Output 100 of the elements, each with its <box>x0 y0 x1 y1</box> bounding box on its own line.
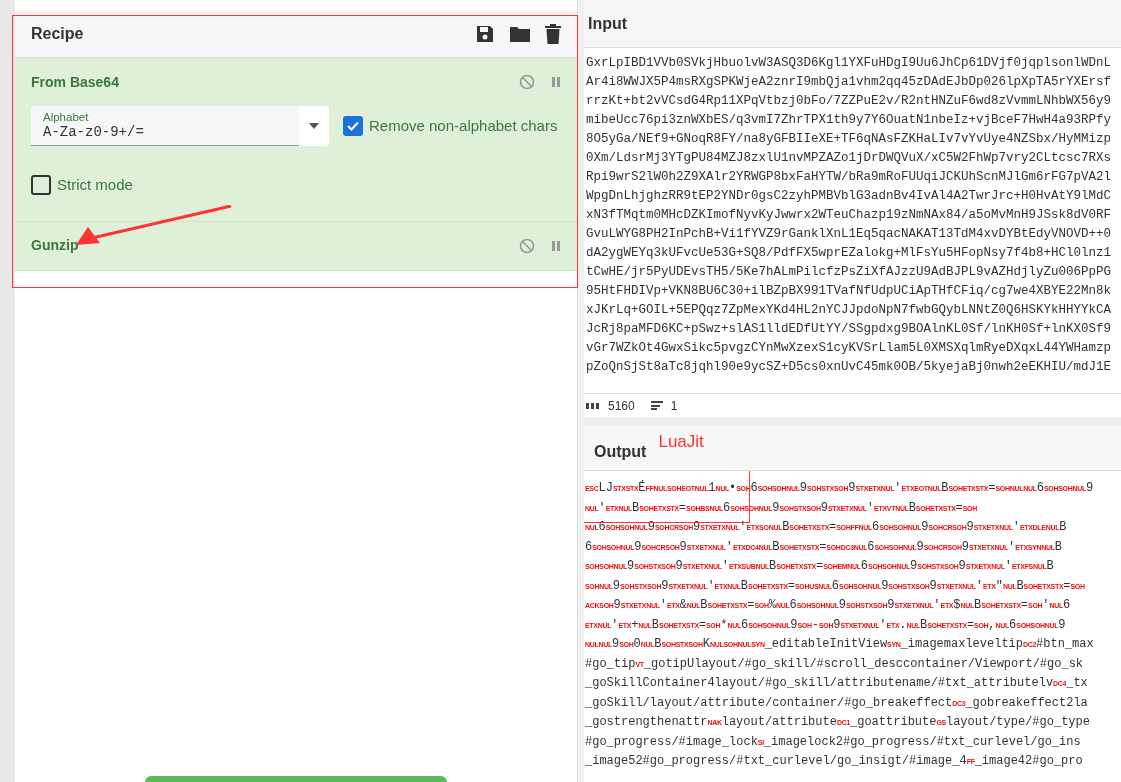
output-text: _image42#go_pro <box>974 753 1083 770</box>
output-text: 6 <box>872 519 880 536</box>
output-text: . <box>899 616 907 634</box>
output-text: B <box>1059 519 1067 536</box>
output-text: ' <box>659 597 667 614</box>
output-text: 6 <box>585 538 593 556</box>
input-line: pZoQnSjSt8aTc8jqhl90e9ycSZ+D5cs0xnUvC45mk0OB/5kyejaBj0nwh2eEKHIU/mdJ1E <box>586 359 1113 376</box>
output-text: _goSkillContainer4layout/#go_skill/attributename/#txt_attributelv <box>585 675 1054 692</box>
output-text: É <box>638 479 646 497</box>
output-text: B <box>1054 538 1063 556</box>
output-text: 9 <box>921 519 929 536</box>
checkbox[interactable] <box>343 116 363 136</box>
input-line: GxrLpIBD1VVb0SVkjHbuolvW3ASQ3D6Kgl1YXFuHDgI9Uu6JhCp61DVjf0jqplsonlWDnL <box>586 55 1113 72</box>
output-text: , <box>988 616 996 634</box>
output-text: ' <box>611 616 619 634</box>
output-text: 6 <box>1063 597 1071 614</box>
output-text: B <box>941 480 949 497</box>
output-text: _imagemaxleveltip <box>900 636 1023 653</box>
output-text: ' <box>598 499 606 517</box>
output-text: 9 <box>627 558 635 575</box>
alphabet-dropdown[interactable]: Alphabet A-Za-z0-9+/= <box>31 106 299 146</box>
output-text: B <box>1016 577 1024 595</box>
input-line: vGr7WZkOt4GwxSikc5pvgzCYnMwXzexS1cyKVSrLlam5L0XMSXqlmRyeDXqxL44YWHamzp <box>586 340 1113 357</box>
output-text: _tx <box>1066 675 1088 692</box>
output-text: K <box>702 636 710 653</box>
output-text: 9 <box>916 538 924 556</box>
output-text: + <box>631 616 639 634</box>
output-text: 6 <box>860 558 868 575</box>
output-text: B <box>654 636 662 653</box>
output-text: ' <box>1004 558 1012 575</box>
output-text: - <box>811 616 819 634</box>
output-text: • <box>729 480 737 497</box>
input-line: Ar4i8WWJX5P4msRXgSPKWjeA2znrI9mbQja1vhm2qq45zDAdEJbDp026lpXpTA5rYXErsf <box>586 74 1113 91</box>
output-text: 9 <box>612 577 620 595</box>
output-text: _imagelock2#go_progress/#txt_curlevel/go_ins <box>763 733 1081 751</box>
output-text: ' <box>721 558 729 575</box>
output-text: = <box>815 558 824 575</box>
caret-icon[interactable] <box>309 123 319 129</box>
output-text: ' <box>1007 538 1016 556</box>
output-text: layout/type/#go_type <box>945 714 1090 731</box>
trash-icon[interactable] <box>545 23 561 44</box>
output-text: 9 <box>1058 616 1066 634</box>
output-text: LJ <box>598 480 613 497</box>
output-text: #btn_max <box>1036 636 1094 653</box>
output-text: 9 <box>838 597 846 614</box>
output-text: 0 <box>633 636 641 653</box>
input-line: tCwHE/jr5PyUDEvsTH5/5Ke7hALmPilcfzPsZiXfAJzzU9AdBJPL9vAZHdjlyZu006PpPG <box>586 264 1113 281</box>
output-text: B <box>740 577 749 595</box>
output-text: ' <box>933 597 941 614</box>
output-text: _gobreakeffect2la <box>965 694 1088 712</box>
checkbox-label: Strict mode <box>57 175 133 195</box>
input-line: WpgDnLhjghzRR9tEP2YNDr0gsC2zyhPMBVblG3adnBv4IvAl4A2TwrJrc+H0HvAtY9lMdC <box>586 188 1113 205</box>
input-line: 8O5yGa/NEf9+GNoqR8FY/na8yGFBIIeXE+TF6qNAsFZKHaLIv7vYvUye4NZSbx/HyMMizp <box>586 131 1113 148</box>
output-text: ' <box>879 616 887 634</box>
input-line: JcRj8paMFD6KC+pSwz+slAS1lldEDfUtYY/SSgpdxg9BOAlnKL0Sf/lnKH0Sf+lnKX0Sf9 <box>586 321 1113 338</box>
output-text: 9 <box>881 577 889 595</box>
output-text: 6 <box>789 597 797 614</box>
output-text: _gostrengthenattr <box>585 714 708 731</box>
output-text: = <box>819 538 827 556</box>
output-text: 9 <box>679 538 687 556</box>
output-text: 6 <box>867 538 875 556</box>
output-text: B <box>973 597 982 614</box>
output-text: = <box>698 616 706 634</box>
output-text: = <box>988 480 996 497</box>
length-count: 5160 <box>608 397 635 415</box>
checkbox-label: Remove non-alphabet chars <box>369 115 558 136</box>
save-icon[interactable] <box>475 23 495 44</box>
output-text: 9 <box>820 499 828 517</box>
output-text: = <box>829 519 837 536</box>
checkbox[interactable] <box>31 175 51 196</box>
output-text: ' <box>725 538 733 556</box>
characters-icon <box>586 402 600 409</box>
output-text: 9 <box>833 616 841 634</box>
output-text: 9 <box>790 616 798 634</box>
output-text: 9 <box>634 538 642 556</box>
input-title: Input <box>588 13 628 34</box>
input-line: 0Xm/LdsrMj3YTgPU84MZJ8zxlU1nvMPZAZo1jDrDWQVuX/xC5W2FhWp7vry2CLtcsc7RXs <box>586 150 1113 167</box>
input-line: GvuLWYG8PH2InPchB+Vi1fYVZ9rGanklXnL1Eq5qacNAKAT13TdM4xvDYBtEdyVNOVD++0 <box>586 226 1113 243</box>
output-text: 6 <box>740 616 749 634</box>
output-text: = <box>966 616 975 634</box>
output-text: B <box>772 538 780 556</box>
output-text: ' <box>975 577 983 595</box>
output-text: 6 <box>1036 480 1044 497</box>
output-text: B <box>908 499 916 517</box>
output-text: 9 <box>612 636 620 653</box>
recipe-operation[interactable]: From Base64 Alphabet A-Za-z0-9+/= Remove non-alphabet chars Strict mode <box>15 58 577 222</box>
output-text: B <box>631 499 640 517</box>
input-line: xJKrLq+GOIL+5EPQqz7ZpMexYKd4HL2nYCJJpdoNpN7fwbGQybLNNtZ0Q6HSKYkHHYYkCA <box>586 302 1113 319</box>
output-text: ' <box>894 480 902 497</box>
output-text: % <box>768 597 776 614</box>
output-text: 9 <box>887 597 895 614</box>
annotation-label: LuaJit <box>658 430 704 453</box>
output-text: 6 <box>722 499 731 517</box>
check-icon <box>346 119 360 133</box>
output-text: 9 <box>661 577 669 595</box>
output-text: 9 <box>613 597 621 614</box>
folder-icon[interactable] <box>509 24 531 43</box>
operation-title: From Base64 <box>31 72 119 92</box>
output-text: 9 <box>675 558 683 575</box>
output-text: B <box>651 616 660 634</box>
